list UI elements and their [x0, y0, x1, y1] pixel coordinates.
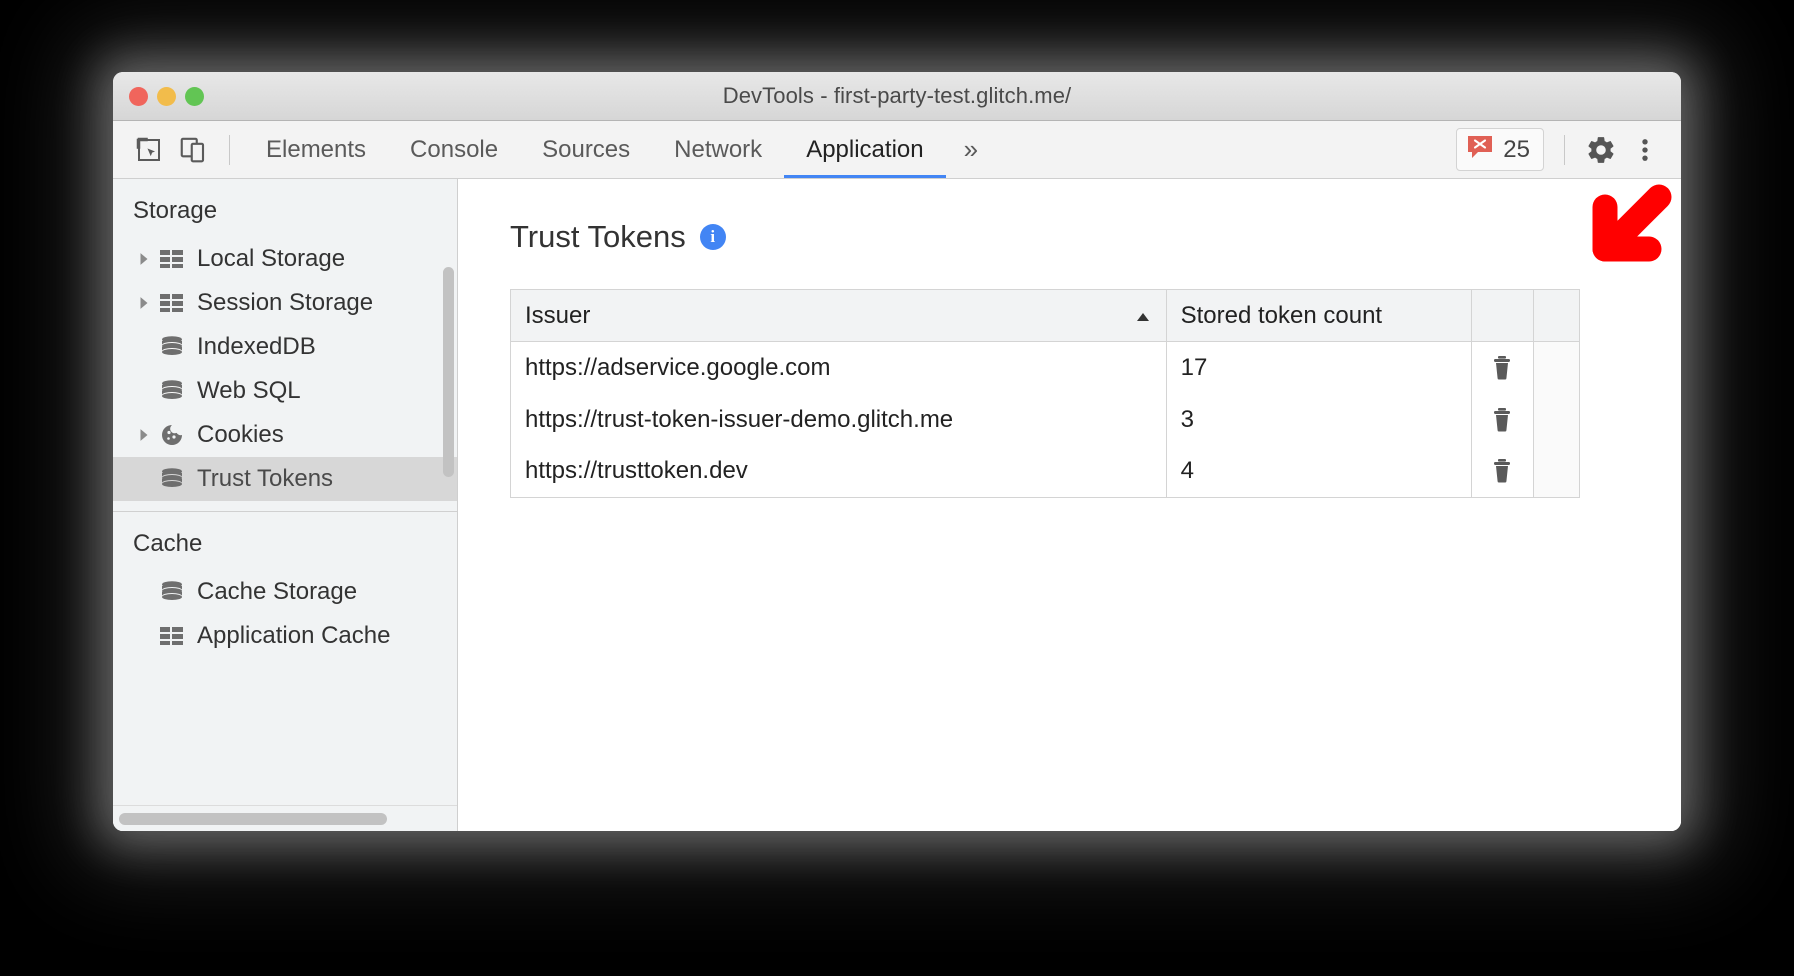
- sidebar-item-label: Session Storage: [197, 291, 373, 315]
- cell-filler: [1533, 446, 1579, 498]
- column-header-actions: [1471, 290, 1533, 342]
- trash-icon: [1472, 446, 1533, 498]
- tab-sources[interactable]: Sources: [520, 121, 652, 178]
- toolbar-divider-right: [1564, 135, 1565, 165]
- cell-filler: [1533, 394, 1579, 446]
- database-icon: [155, 335, 189, 359]
- column-header-filler: [1533, 290, 1579, 342]
- cell-issuer: https://adservice.google.com: [511, 342, 1167, 394]
- error-speech-bubble-icon: [1466, 134, 1494, 165]
- gear-icon[interactable]: [1579, 128, 1623, 172]
- table-row[interactable]: https://adservice.google.com 17: [511, 342, 1580, 394]
- tab-label: Sources: [542, 136, 630, 164]
- column-header-stored-token-count[interactable]: Stored token count: [1166, 290, 1471, 342]
- scrollbar-thumb[interactable]: [119, 813, 387, 825]
- sidebar-item-label: IndexedDB: [197, 335, 316, 359]
- table-grid-icon: [155, 625, 189, 647]
- database-icon: [155, 467, 189, 491]
- application-sidebar: Storage: [113, 179, 458, 831]
- table-grid-icon: [155, 292, 189, 314]
- sidebar-item-local-storage[interactable]: Local Storage: [113, 237, 457, 281]
- sidebar-item-cookies[interactable]: Cookies: [113, 413, 457, 457]
- cell-token-count: 3: [1166, 394, 1471, 446]
- toolbar-divider: [229, 135, 230, 165]
- tab-elements[interactable]: Elements: [244, 121, 388, 178]
- sidebar-item-label: Web SQL: [197, 379, 301, 403]
- sidebar-item-label: Local Storage: [197, 247, 345, 271]
- window-titlebar: DevTools - first-party-test.glitch.me/: [113, 72, 1681, 121]
- inspect-element-icon[interactable]: [127, 128, 171, 172]
- column-header-issuer[interactable]: Issuer: [511, 290, 1167, 342]
- cell-issuer: https://trusttoken.dev: [511, 446, 1167, 498]
- tab-label: Network: [674, 136, 762, 164]
- cell-issuer: https://trust-token-issuer-demo.glitch.m…: [511, 394, 1167, 446]
- sidebar-scroll-area: Storage: [113, 179, 457, 805]
- database-icon: [155, 379, 189, 403]
- trust-tokens-panel: Trust Tokens i: [458, 179, 1681, 831]
- devtools-window: DevTools - first-party-test.glitch.me/: [113, 72, 1681, 831]
- sidebar-section-storage-title: Storage: [113, 179, 457, 237]
- tab-label: Console: [410, 136, 498, 164]
- trash-icon: [1472, 394, 1533, 446]
- red-arrow-down-left-icon: [1581, 183, 1673, 275]
- column-header-label: Stored token count: [1181, 302, 1382, 329]
- sidebar-item-label: Trust Tokens: [197, 467, 333, 491]
- table-header-row: Issuer Stored token count: [511, 290, 1580, 342]
- sidebar-horizontal-scrollbar[interactable]: [113, 805, 457, 831]
- window-title: DevTools - first-party-test.glitch.me/: [113, 83, 1681, 109]
- delete-button[interactable]: [1471, 394, 1533, 446]
- error-count-badge[interactable]: 25: [1456, 128, 1544, 171]
- kebab-menu-icon[interactable]: [1623, 128, 1667, 172]
- trash-icon: [1472, 342, 1533, 394]
- sort-ascending-icon: [1134, 302, 1152, 330]
- cell-filler: [1533, 342, 1579, 394]
- sidebar-item-label: Cache Storage: [197, 580, 357, 604]
- info-icon[interactable]: i: [700, 224, 726, 250]
- sidebar-item-trust-tokens[interactable]: Trust Tokens: [113, 457, 457, 501]
- chevron-right-icon[interactable]: [133, 296, 155, 310]
- delete-button[interactable]: [1471, 446, 1533, 498]
- sidebar-item-application-cache[interactable]: Application Cache: [113, 614, 457, 658]
- screenshot-stage: DevTools - first-party-test.glitch.me/: [0, 0, 1794, 976]
- devtools-body: Storage: [113, 179, 1681, 831]
- tab-application[interactable]: Application: [784, 121, 945, 178]
- table-row[interactable]: https://trust-token-issuer-demo.glitch.m…: [511, 394, 1580, 446]
- sidebar-item-web-sql[interactable]: Web SQL: [113, 369, 457, 413]
- sidebar-item-cache-storage[interactable]: Cache Storage: [113, 570, 457, 614]
- column-header-label: Issuer: [525, 302, 590, 330]
- overflow-glyph: »: [964, 134, 978, 165]
- sidebar-item-label: Application Cache: [197, 624, 390, 648]
- more-tabs-chevron-icon[interactable]: »: [946, 134, 996, 165]
- chevron-right-icon[interactable]: [133, 428, 155, 442]
- device-toolbar-icon[interactable]: [171, 128, 215, 172]
- panel-heading: Trust Tokens i: [510, 219, 1681, 255]
- sidebar-section-cache-title: Cache: [113, 512, 457, 570]
- tab-label: Application: [806, 136, 923, 164]
- cookie-icon: [155, 423, 189, 447]
- tab-network[interactable]: Network: [652, 121, 784, 178]
- panel-tabs: Elements Console Sources Network Applica…: [244, 121, 946, 178]
- tab-label: Elements: [266, 136, 366, 164]
- cell-token-count: 4: [1166, 446, 1471, 498]
- chevron-right-icon[interactable]: [133, 252, 155, 266]
- cell-token-count: 17: [1166, 342, 1471, 394]
- sidebar-item-label: Cookies: [197, 423, 284, 447]
- sidebar-item-indexeddb[interactable]: IndexedDB: [113, 325, 457, 369]
- sidebar-item-session-storage[interactable]: Session Storage: [113, 281, 457, 325]
- sidebar-vertical-scrollbar[interactable]: [443, 267, 454, 477]
- error-count-label: 25: [1503, 136, 1530, 164]
- trust-tokens-table: Issuer Stored token count: [510, 289, 1580, 498]
- tab-console[interactable]: Console: [388, 121, 520, 178]
- delete-button[interactable]: [1471, 342, 1533, 394]
- page-title: Trust Tokens: [510, 219, 686, 255]
- table-row[interactable]: https://trusttoken.dev 4: [511, 446, 1580, 498]
- devtools-toolbar: Elements Console Sources Network Applica…: [113, 121, 1681, 179]
- database-icon: [155, 580, 189, 604]
- table-grid-icon: [155, 248, 189, 270]
- info-glyph: i: [710, 227, 715, 247]
